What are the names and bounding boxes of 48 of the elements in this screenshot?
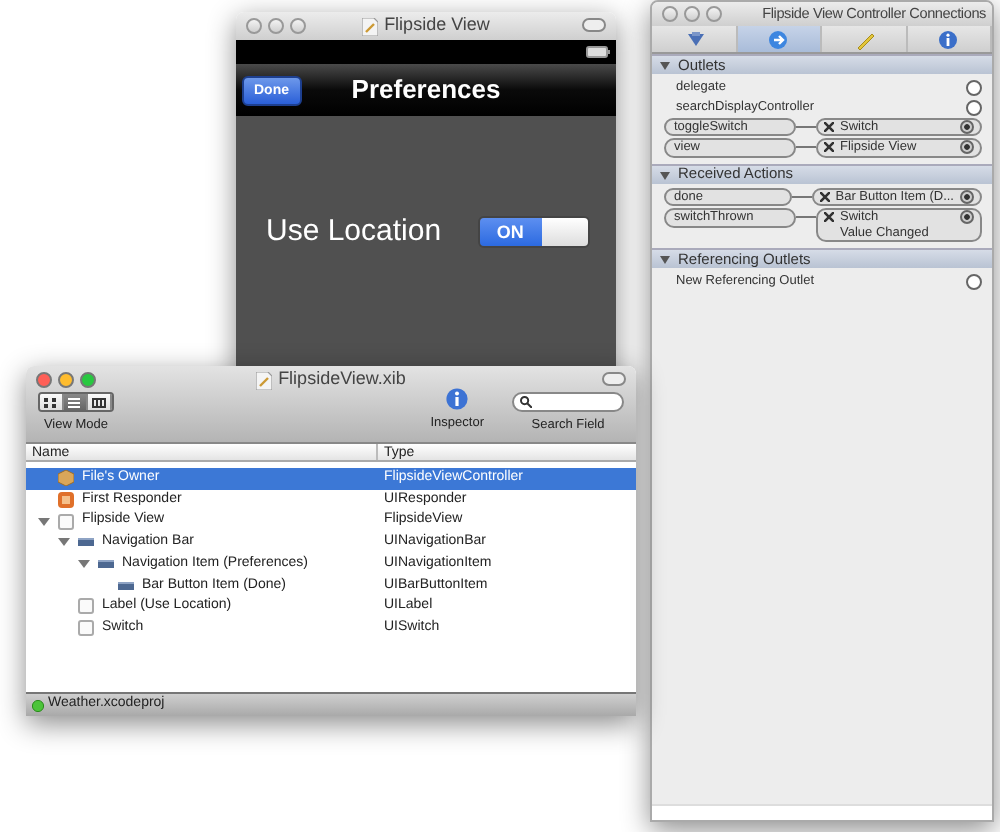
grid-icon: [44, 397, 58, 407]
connection-indicator[interactable]: [966, 273, 982, 290]
window-title: Flipside View: [384, 12, 490, 39]
toolbar-toggle-button[interactable]: [582, 18, 606, 32]
disconnect-icon: [824, 142, 834, 153]
arrow-icon: [768, 29, 789, 49]
view-mode-segment[interactable]: [88, 394, 112, 410]
inspector-tab[interactable]: [737, 26, 822, 52]
window-control-button[interactable]: [684, 6, 700, 22]
view-mode-segment[interactable]: [64, 394, 88, 410]
window-control-button[interactable]: [246, 18, 262, 34]
connection-indicator[interactable]: [960, 210, 974, 225]
nav-title: Preferences: [351, 72, 501, 109]
disconnect-icon: [824, 121, 834, 132]
window-title: FlipsideView.xib: [278, 366, 406, 393]
setting-label: Use Location: [266, 212, 442, 252]
inspector-button[interactable]: [446, 388, 469, 410]
view-mode-segment[interactable]: [40, 394, 64, 410]
window-control-button[interactable]: [80, 372, 96, 388]
battery-icon: [586, 46, 610, 58]
search-field[interactable]: [512, 392, 624, 412]
disconnect-icon: [824, 212, 834, 223]
connection-indicator[interactable]: [960, 140, 974, 155]
toggle-switch[interactable]: ON: [477, 216, 590, 249]
disconnect-icon: [819, 191, 830, 202]
disclosure-triangle-icon: [658, 58, 672, 72]
list-icon: [68, 397, 82, 407]
toolbar-toggle-button[interactable]: [602, 372, 626, 386]
disclosure-triangle-icon: [658, 167, 672, 181]
connection-indicator[interactable]: [960, 119, 974, 134]
document-icon: [362, 17, 379, 35]
connection-indicator[interactable]: [960, 189, 974, 204]
window-control-button[interactable]: [290, 18, 306, 34]
info-icon: [938, 29, 959, 49]
status-indicator-icon: [32, 699, 44, 711]
window-control-button[interactable]: [36, 372, 52, 388]
view-icon: [58, 513, 74, 530]
disclosure-triangle-icon: [658, 252, 672, 266]
document-icon: [256, 371, 273, 389]
connection-indicator[interactable]: [966, 79, 982, 96]
columns-icon: [92, 397, 106, 407]
search-icon: [520, 396, 532, 408]
info-icon: [446, 388, 469, 410]
window-control-button[interactable]: [58, 372, 74, 388]
window-control-button[interactable]: [662, 6, 678, 22]
connection-indicator[interactable]: [966, 99, 982, 116]
window-control-button[interactable]: [706, 6, 722, 22]
window-control-button[interactable]: [268, 18, 284, 34]
